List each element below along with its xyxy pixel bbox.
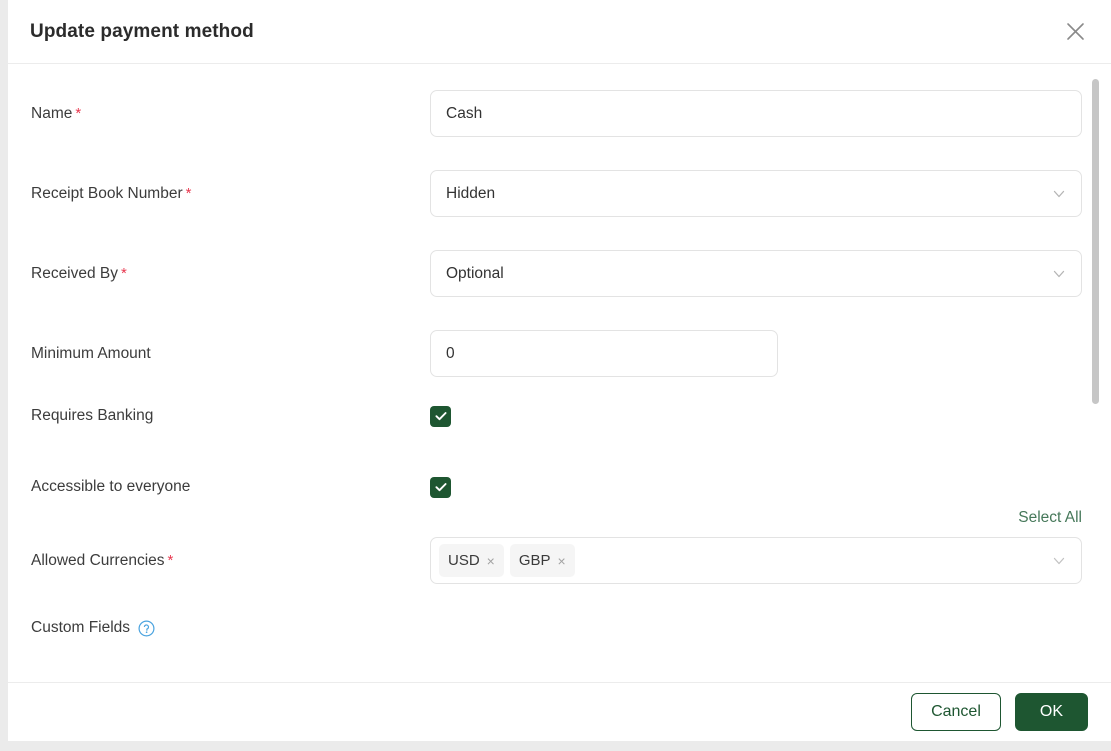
body-scrollbar-track[interactable] [1092,64,1100,682]
remove-currency-icon[interactable]: × [558,554,566,568]
dialog-body: Name* Cash Receipt Book Number* Hidden [8,64,1111,682]
field-row-allowed-currencies: Allowed Currencies * USD × GBP × [8,537,1111,584]
required-marker: * [121,264,127,282]
close-dialog-button[interactable] [1061,18,1089,46]
field-row-accessible-to-everyone: Accessible to everyone [8,476,1111,498]
body-scrollbar-thumb[interactable] [1092,79,1099,404]
label-received-by: Received By * [31,264,127,282]
dialog-footer: Cancel OK [8,682,1111,741]
received-by-value: Optional [446,264,504,282]
dialog-title: Update payment method [30,20,254,42]
required-marker: * [185,184,192,202]
remove-currency-icon[interactable]: × [487,554,495,568]
minimum-amount-input[interactable]: 0 [430,330,778,377]
name-input-value: Cash [446,104,483,122]
name-input[interactable]: Cash [430,90,1082,137]
currency-tag-label: USD [448,552,480,569]
field-row-minimum-amount: Minimum Amount 0 [8,330,1111,377]
currency-tag[interactable]: USD × [439,544,504,577]
field-row-received-by: Received By * Optional [8,250,1111,297]
label-requires-banking: Requires Banking [31,407,154,424]
label-name: Name * [31,104,82,122]
label-custom-fields: Custom Fields [31,619,131,636]
accessible-to-everyone-checkbox[interactable] [430,476,451,498]
check-icon [434,480,448,494]
label-allowed-currencies: Allowed Currencies * [31,551,174,569]
field-row-name: Name * Cash [8,90,1111,137]
field-row-receipt-book-number: Receipt Book Number * Hidden [8,170,1111,217]
update-payment-method-dialog: Update payment method Name * Cash Receip… [8,0,1111,741]
label-receipt-book-number: Receipt Book Number * [31,184,192,202]
receipt-book-number-value: Hidden [446,184,496,202]
select-all-link[interactable]: Select All [1018,507,1082,529]
help-circle-icon[interactable] [138,619,155,637]
chevron-down-icon [1051,266,1067,282]
required-marker: * [167,551,174,569]
allowed-currencies-multiselect[interactable]: USD × GBP × [430,537,1082,584]
select-all-row: Select All [8,507,1111,529]
requires-banking-checkbox[interactable] [430,405,451,427]
field-row-custom-fields: Custom Fields [8,619,1111,637]
field-row-requires-banking: Requires Banking [8,405,1111,427]
label-accessible-to-everyone: Accessible to everyone [31,478,191,495]
check-icon [434,409,448,423]
form-content: Name* Cash Receipt Book Number* Hidden [8,64,1111,637]
receipt-book-number-select[interactable]: Hidden [430,170,1082,217]
minimum-amount-value: 0 [446,344,455,362]
currency-tag-label: GBP [518,552,551,569]
required-marker: * [75,104,82,122]
chevron-down-icon [1051,553,1067,569]
currency-tag[interactable]: GBP × [509,544,575,577]
chevron-down-icon [1051,186,1067,202]
dialog-header: Update payment method [8,0,1111,64]
close-icon [1066,22,1085,41]
cancel-button[interactable]: Cancel [911,693,1001,731]
label-minimum-amount: Minimum Amount [31,344,151,362]
received-by-select[interactable]: Optional [430,250,1082,297]
ok-button[interactable]: OK [1014,693,1088,731]
